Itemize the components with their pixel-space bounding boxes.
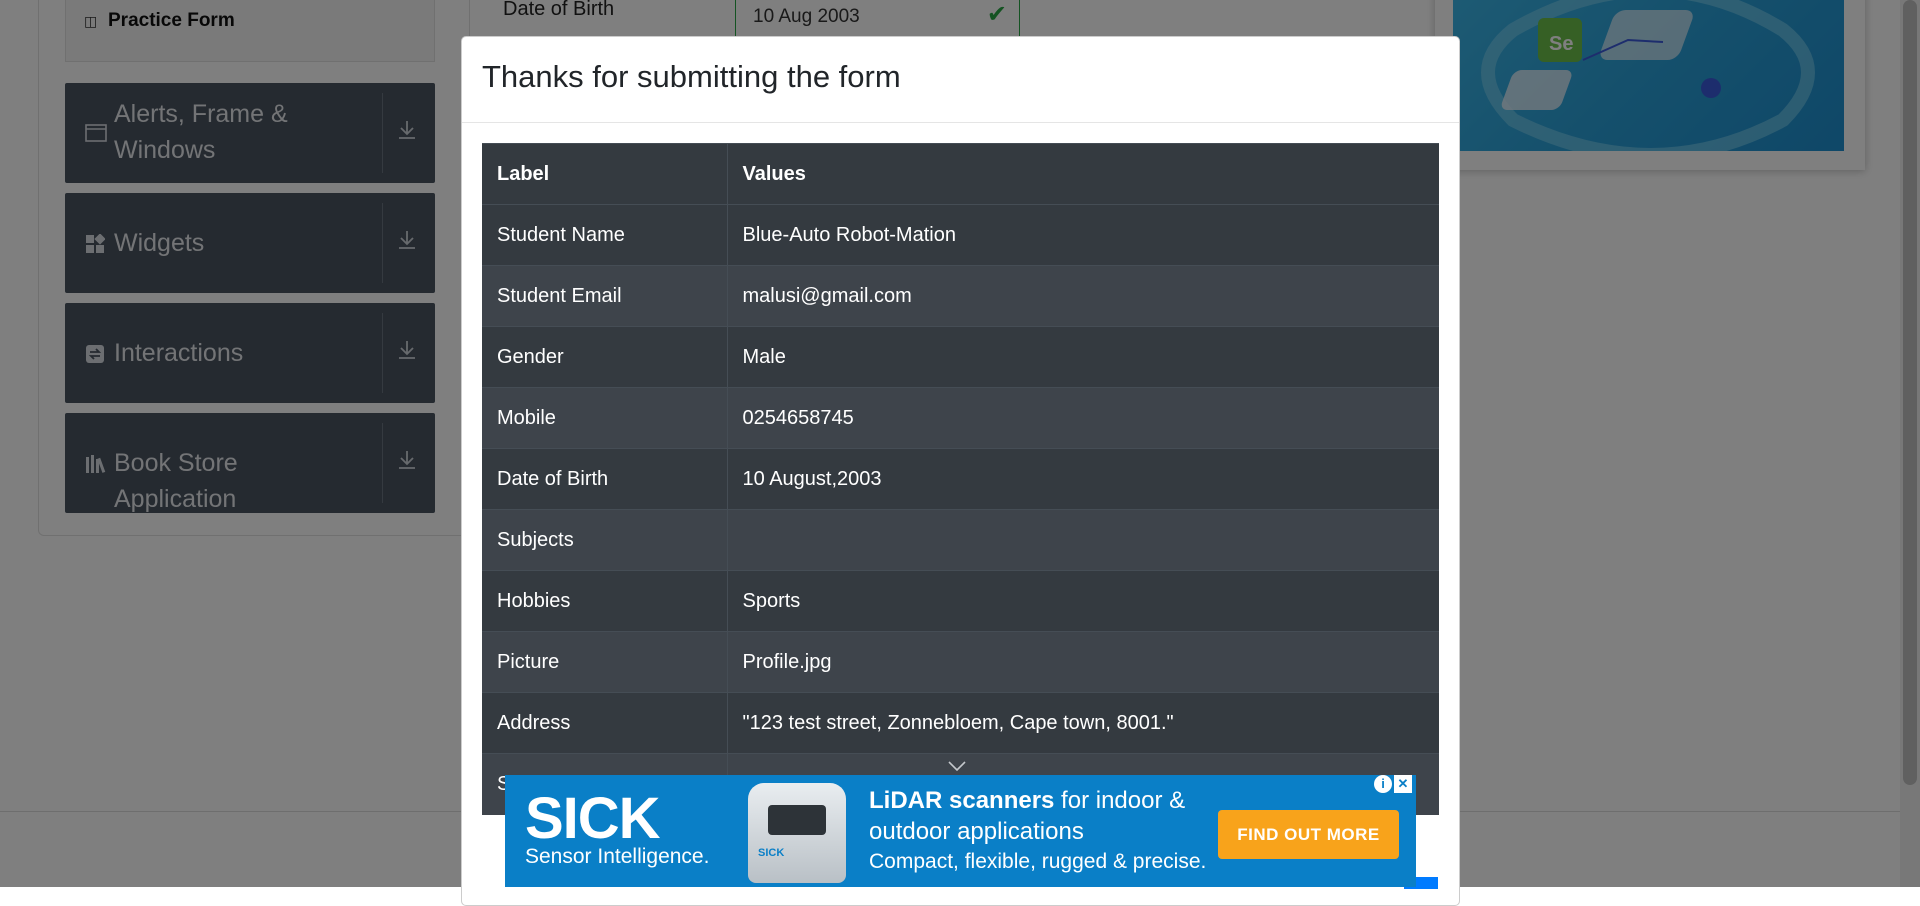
row-value: 0254658745	[727, 387, 1439, 449]
table-header-row: Label Values	[482, 143, 1439, 205]
row-value: "123 test street, Zonnebloem, Cape town,…	[727, 692, 1439, 754]
table-row: Address "123 test street, Zonnebloem, Ca…	[482, 692, 1439, 754]
ad-subline: Compact, flexible, rugged & precise.	[869, 850, 1207, 873]
ad-tagline: Sensor Intelligence.	[525, 845, 710, 868]
ad-headline: LiDAR scanners for indoor & outdoor appl…	[869, 785, 1199, 847]
row-value: Sports	[727, 570, 1439, 632]
header-values: Values	[727, 143, 1439, 205]
ad-headline-bold: LiDAR scanners	[869, 787, 1055, 814]
row-label: Student Email	[482, 265, 728, 327]
table-row: Subjects	[482, 509, 1439, 571]
lidar-product-image: SICK	[748, 783, 846, 883]
table-row: Gender Male	[482, 326, 1439, 388]
table-row: Date of Birth 10 August,2003	[482, 448, 1439, 510]
results-table: Label Values Student Name Blue-Auto Robo…	[482, 143, 1439, 815]
ad-info-icon[interactable]: i	[1374, 775, 1392, 793]
results-table-wrapper: Label Values Student Name Blue-Auto Robo…	[482, 143, 1439, 815]
row-label: Address	[482, 692, 728, 754]
row-label: Hobbies	[482, 570, 728, 632]
modal-header: Thanks for submitting the form	[462, 37, 1459, 123]
row-label: Date of Birth	[482, 448, 728, 510]
row-value: 10 August,2003	[727, 448, 1439, 510]
table-row: Mobile 0254658745	[482, 387, 1439, 449]
find-out-more-button[interactable]: FIND OUT MORE	[1218, 810, 1399, 859]
modal-title: Thanks for submitting the form	[482, 59, 901, 94]
row-label: Mobile	[482, 387, 728, 449]
row-label: Student Name	[482, 204, 728, 266]
ad-brand-logo: SICK	[525, 786, 661, 851]
row-value: malusi@gmail.com	[727, 265, 1439, 327]
row-value: Male	[727, 326, 1439, 388]
row-value: Profile.jpg	[727, 631, 1439, 693]
product-logo: SICK	[758, 847, 785, 859]
product-window	[768, 805, 826, 835]
table-row: Picture Profile.jpg	[482, 631, 1439, 693]
row-label: Picture	[482, 631, 728, 693]
advertisement-banner[interactable]: SICK Sensor Intelligence. SICK LiDAR sca…	[505, 775, 1416, 887]
ad-close-icon[interactable]: ✕	[1394, 775, 1412, 793]
chevron-down-icon[interactable]	[948, 755, 966, 776]
table-row: Hobbies Sports	[482, 570, 1439, 632]
row-label: Gender	[482, 326, 728, 388]
header-label: Label	[482, 143, 728, 205]
table-row: Student Email malusi@gmail.com	[482, 265, 1439, 327]
row-value	[727, 509, 1439, 571]
table-row: Student Name Blue-Auto Robot-Mation	[482, 204, 1439, 266]
row-value: Blue-Auto Robot-Mation	[727, 204, 1439, 266]
row-label: Subjects	[482, 509, 728, 571]
